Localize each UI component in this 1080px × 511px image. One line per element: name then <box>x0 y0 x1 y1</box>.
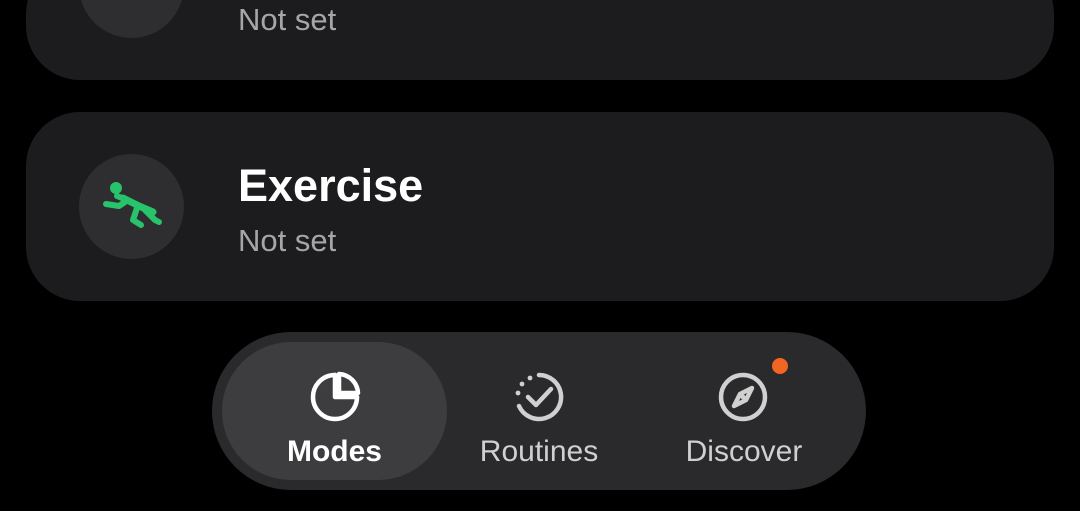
mode-card-sleep[interactable]: Not set <box>26 0 1054 80</box>
modes-screen: Not set Exercise Not set Modes Routines … <box>0 0 1080 511</box>
discover-compass-icon <box>718 372 768 422</box>
exercise-runner-icon <box>103 182 162 228</box>
mode-icon-container <box>79 154 184 259</box>
tab-discover[interactable]: Discover <box>644 342 844 480</box>
modes-pie-icon <box>310 371 361 422</box>
sleep-bed-icon <box>79 0 184 38</box>
tab-routines-label: Routines <box>479 435 599 468</box>
mode-icon-container <box>79 0 184 38</box>
tab-modes-label: Modes <box>286 435 382 468</box>
tab-discover-label: Discover <box>685 435 803 468</box>
tab-routines[interactable]: Routines <box>444 342 634 480</box>
notification-badge-dot <box>772 358 788 374</box>
routines-check-icon <box>515 372 564 422</box>
mode-status: Not set <box>238 223 337 258</box>
mode-title: Exercise <box>238 160 424 211</box>
tab-modes[interactable]: Modes <box>222 342 447 480</box>
bottom-nav-bar: Modes Routines Discover <box>212 332 866 490</box>
mode-card-exercise[interactable]: Exercise Not set <box>26 112 1054 301</box>
mode-status: Not set <box>238 2 337 37</box>
